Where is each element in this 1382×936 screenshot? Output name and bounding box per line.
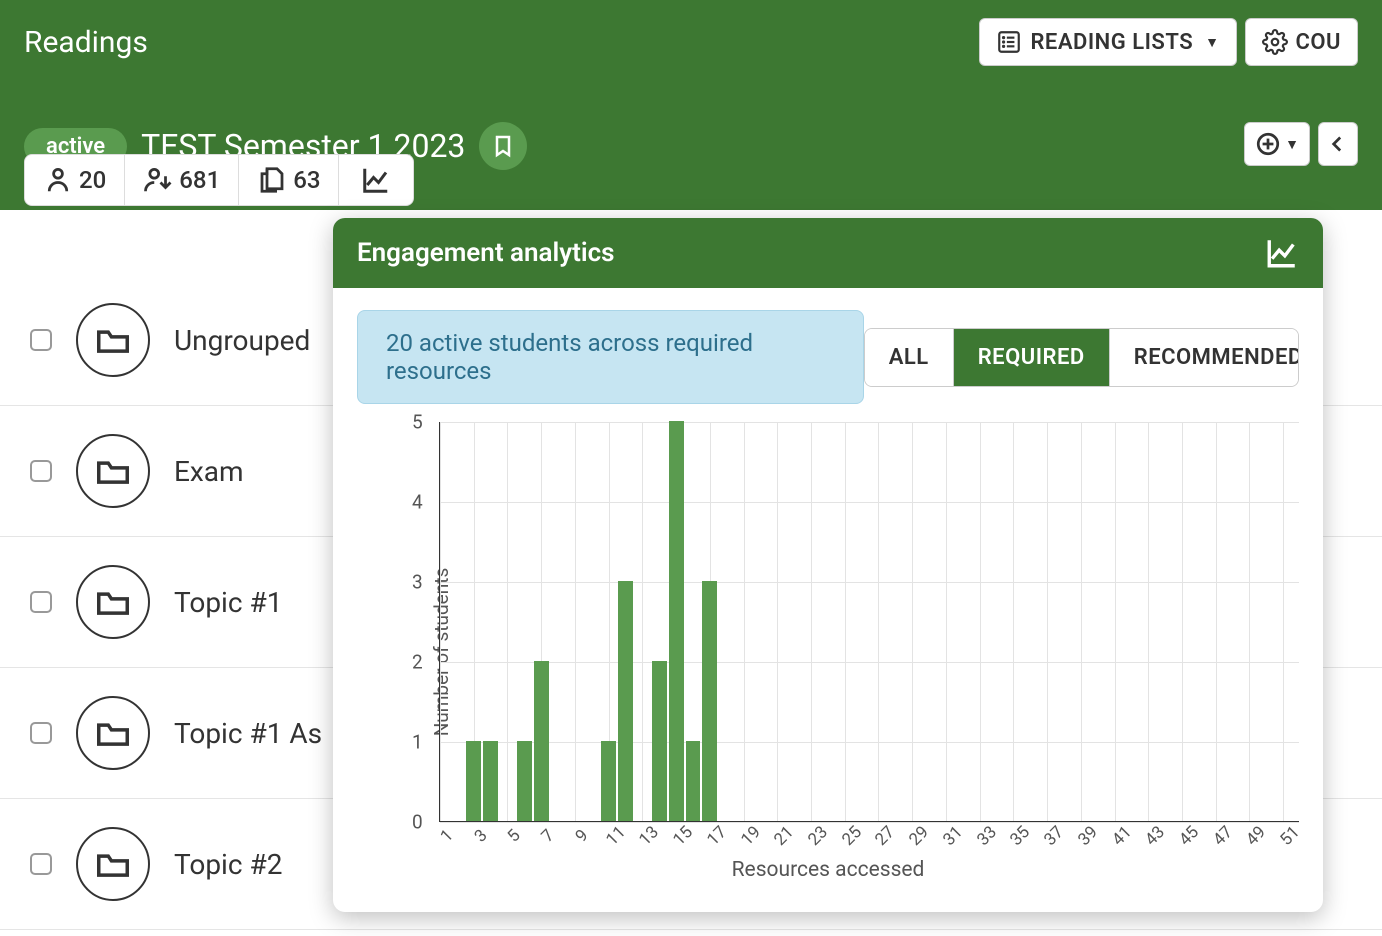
folder-checkbox[interactable]: [30, 329, 52, 351]
chart-bar: [618, 581, 633, 821]
chart-y-tick: 5: [412, 411, 423, 434]
chart-bar: [601, 741, 616, 821]
chart-x-tick: 21: [770, 822, 798, 850]
chart-x-label: Resources accessed: [732, 858, 925, 882]
stats-students[interactable]: 20: [25, 155, 125, 205]
chart-icon: [1265, 236, 1299, 270]
chart-x-tick: 35: [1007, 822, 1035, 850]
caret-down-icon: ▼: [1205, 34, 1219, 51]
chart-x-tick: 51: [1276, 822, 1304, 850]
chart-x-tick: 7: [538, 826, 559, 847]
folder-checkbox[interactable]: [30, 460, 52, 482]
add-menu[interactable]: ▼: [1244, 122, 1310, 166]
chart-x-tick: 27: [872, 822, 900, 850]
chart-x-tick: 31: [939, 822, 967, 850]
analytics-filter-group: ALL REQUIRED RECOMMENDED: [864, 328, 1299, 387]
reading-lists-label: READING LISTS: [1030, 30, 1193, 55]
chart-x-tick: 1: [437, 826, 458, 847]
docs-icon: [257, 165, 287, 195]
folder-icon: [76, 303, 150, 377]
chart-bar: [534, 661, 549, 821]
filter-recommended[interactable]: RECOMMENDED: [1110, 329, 1299, 386]
chart-x-tick: 15: [669, 822, 697, 850]
bookmark-icon: [491, 134, 515, 158]
filter-all[interactable]: ALL: [865, 329, 954, 386]
chart-y-tick: 0: [412, 811, 423, 834]
folder-label: Topic #1 As: [174, 717, 322, 750]
stats-downloads-count: 681: [179, 166, 220, 194]
chart-x-tick: 17: [703, 822, 731, 850]
chart-y-tick: 2: [412, 651, 423, 674]
plus-circle-icon: [1255, 131, 1281, 157]
folder-checkbox[interactable]: [30, 853, 52, 875]
analytics-popover: Engagement analytics 20 active students …: [333, 218, 1323, 912]
arrow-icon: [1325, 131, 1351, 157]
folder-icon: [76, 827, 150, 901]
chart-x-tick: 25: [838, 822, 866, 850]
chart-x-tick: 39: [1074, 822, 1102, 850]
folder-icon: [76, 696, 150, 770]
analytics-chart: Number of students Resources accessed 01…: [357, 422, 1299, 882]
chart-x-tick: 47: [1209, 822, 1237, 850]
chart-x-tick: 33: [973, 822, 1001, 850]
course-settings-menu[interactable]: COU: [1245, 18, 1359, 66]
caret-down-icon: ▼: [1285, 136, 1299, 153]
stats-docs-count: 63: [293, 166, 320, 194]
chart-bar: [517, 741, 532, 821]
chart-bar: [483, 741, 498, 821]
chart-x-tick: 49: [1243, 822, 1271, 850]
analytics-summary: 20 active students across required resou…: [357, 310, 864, 404]
chart-x-tick: 37: [1040, 822, 1068, 850]
chart-x-tick: 5: [504, 826, 525, 847]
chart-x-tick: 41: [1108, 822, 1136, 850]
list-icon: [996, 29, 1022, 55]
chart-bar: [652, 661, 667, 821]
chart-y-tick: 4: [412, 491, 423, 514]
gear-icon: [1262, 29, 1288, 55]
chart-bar: [669, 421, 684, 821]
folder-icon: [76, 434, 150, 508]
folder-label: Topic #1: [174, 586, 282, 619]
nav-button[interactable]: [1318, 122, 1358, 166]
reading-lists-menu[interactable]: READING LISTS ▼: [979, 18, 1236, 66]
stats-analytics-button[interactable]: [339, 155, 413, 205]
page-title: Readings: [24, 25, 148, 60]
chart-x-tick: 9: [572, 826, 593, 847]
folder-label: Topic #2: [174, 848, 282, 881]
chart-x-tick: 45: [1175, 822, 1203, 850]
chart-x-tick: 43: [1141, 822, 1169, 850]
analytics-title: Engagement analytics: [357, 238, 615, 268]
folder-label: Exam: [174, 455, 244, 488]
chart-x-tick: 11: [602, 822, 630, 850]
chart-y-tick: 1: [412, 731, 423, 754]
chart-bar: [702, 581, 717, 821]
chart-icon: [361, 165, 391, 195]
folder-label: Ungrouped: [174, 324, 310, 357]
person-download-icon: [143, 165, 173, 195]
chart-bar: [686, 741, 701, 821]
stats-toolbar: 20 681 63: [24, 154, 414, 206]
chart-x-tick: 3: [470, 826, 491, 847]
person-icon: [43, 165, 73, 195]
folder-checkbox[interactable]: [30, 722, 52, 744]
chart-bar: [466, 741, 481, 821]
folder-icon: [76, 565, 150, 639]
folder-checkbox[interactable]: [30, 591, 52, 613]
chart-x-tick: 23: [804, 822, 832, 850]
stats-downloads[interactable]: 681: [125, 155, 239, 205]
course-settings-label: COU: [1296, 30, 1342, 55]
chart-x-tick: 19: [737, 822, 765, 850]
stats-docs[interactable]: 63: [239, 155, 339, 205]
filter-required[interactable]: REQUIRED: [954, 329, 1110, 386]
chart-y-tick: 3: [412, 571, 423, 594]
stats-students-count: 20: [79, 166, 106, 194]
chart-x-tick: 29: [905, 822, 933, 850]
bookmark-button[interactable]: [479, 122, 527, 170]
chart-x-tick: 13: [636, 822, 664, 850]
